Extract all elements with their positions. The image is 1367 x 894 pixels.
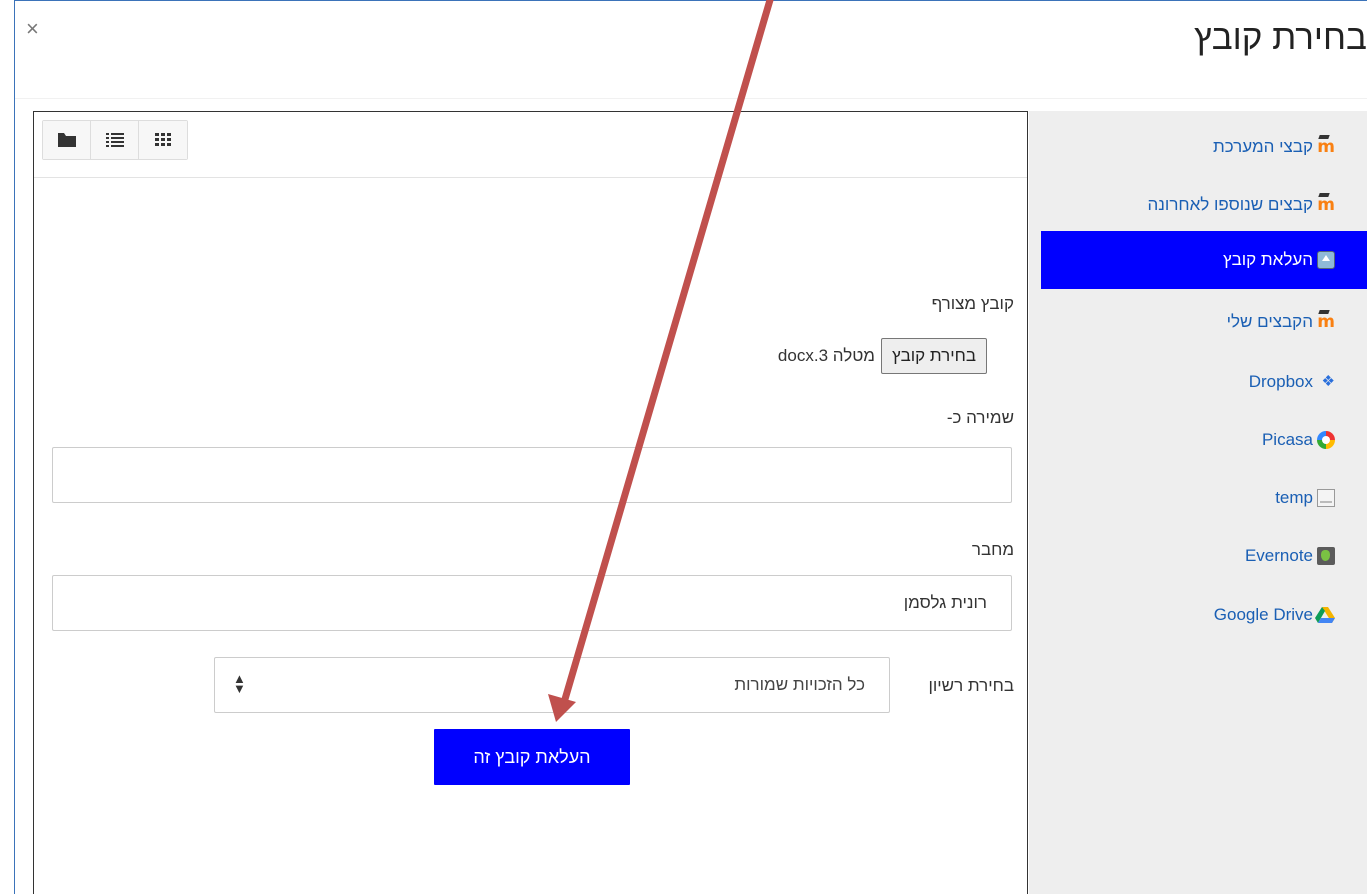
sidebar-item-label: העלאת קובץ [1223,250,1313,269]
license-selected-value: כל הזכויות שמורות [734,675,865,694]
temp-icon [1317,489,1335,507]
author-label: מחבר [971,540,1014,559]
sidebar-item-picasa[interactable]: Picasa [1041,411,1367,469]
picasa-icon [1317,431,1335,449]
choose-file-button[interactable]: בחירת קובץ [881,338,987,374]
sidebar-item-label: קבצים שנוספו לאחרונה [1147,195,1313,214]
moodle-icon: m [1317,312,1335,332]
author-input[interactable] [52,575,1012,631]
license-select[interactable]: כל הזכויות שמורות ▲ ▼ [214,657,890,713]
header-divider [15,98,1367,99]
select-arrows-icon: ▲ ▼ [233,671,246,696]
sidebar-item-label: Google Drive [1213,605,1313,624]
repository-sidebar: m קבצי המערכת m קבצים שנוספו לאחרונה העל… [1029,111,1367,894]
moodle-icon: m [1317,137,1335,157]
upload-panel: קובץ מצורף בחירת קובץ מטלה 3.docx שמירה … [33,111,1028,894]
sidebar-item-temp[interactable]: temp [1041,469,1367,527]
upload-icon [1317,251,1335,269]
sidebar-item-label: קבצי המערכת [1212,137,1313,156]
sidebar-item-label: temp [1275,488,1313,507]
upload-this-file-button[interactable]: העלאת קובץ זה [434,729,630,785]
sidebar-item-label: Picasa [1261,430,1313,449]
sidebar-item-upload-file[interactable]: העלאת קובץ [1041,231,1367,289]
sidebar-item-recent-files[interactable]: m קבצים שנוספו לאחרונה [1041,176,1367,234]
sidebar-item-evernote[interactable]: Evernote [1041,527,1367,585]
file-chooser: בחירת קובץ מטלה 3.docx [778,338,987,374]
sidebar-item-label: הקבצים שלי [1226,312,1313,331]
evernote-icon [1317,547,1335,565]
dropbox-icon: ❖ [1321,373,1335,390]
save-as-label: שמירה כ- [946,408,1014,427]
sidebar-item-my-files[interactable]: m הקבצים שלי [1041,293,1367,351]
attachment-label: קובץ מצורף [931,294,1014,313]
dialog-title: בחירת קובץ [1194,18,1367,57]
upload-form: קובץ מצורף בחירת קובץ מטלה 3.docx שמירה … [34,112,1027,894]
sidebar-item-label: Dropbox [1248,372,1313,391]
chosen-file-name: מטלה 3.docx [777,346,875,365]
moodle-icon: m [1317,195,1335,215]
save-as-input[interactable] [52,447,1012,503]
sidebar-item-system-files[interactable]: m קבצי המערכת [1041,118,1367,176]
license-label: בחירת רשיון [928,676,1014,695]
close-icon[interactable]: × [26,18,39,40]
google-drive-icon [1315,606,1335,624]
sidebar-item-google-drive[interactable]: Google Drive [1041,586,1367,644]
sidebar-item-label: Evernote [1244,546,1313,565]
sidebar-item-dropbox[interactable]: ❖ Dropbox [1041,353,1367,411]
